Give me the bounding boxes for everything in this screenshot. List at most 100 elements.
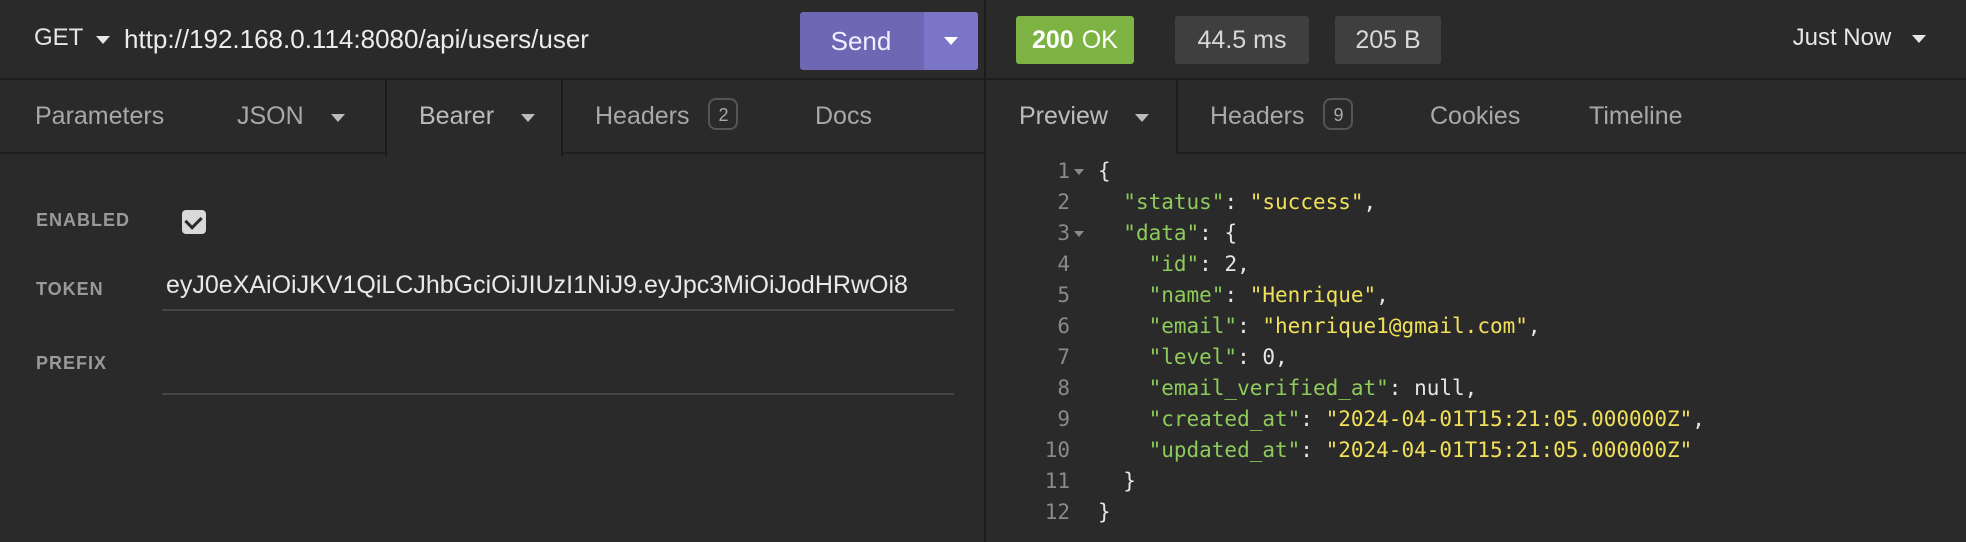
code-text: "level": 0, bbox=[1148, 345, 1288, 369]
code-text: } bbox=[1098, 469, 1136, 493]
code-text: "id": 2, bbox=[1148, 252, 1250, 276]
json-value: null bbox=[1414, 376, 1465, 400]
method-label: GET bbox=[34, 24, 84, 51]
chevron-down-icon bbox=[1912, 35, 1926, 43]
chevron-down-icon bbox=[1134, 114, 1149, 122]
response-size-badge: 205 B bbox=[1335, 16, 1441, 64]
token-input[interactable] bbox=[162, 271, 954, 300]
tab-timeline[interactable]: Timeline bbox=[1589, 80, 1683, 154]
tab-label: Preview bbox=[1019, 102, 1108, 130]
json-key: "updated_at" bbox=[1148, 438, 1301, 462]
response-time-badge: 44.5 ms bbox=[1175, 16, 1309, 64]
json-key: "email_verified_at" bbox=[1148, 376, 1389, 400]
json-key: "id" bbox=[1148, 252, 1200, 276]
code-text: "email_verified_at": null, bbox=[1148, 376, 1478, 400]
json-value: "2024-04-01T15:21:05.000000Z" bbox=[1325, 407, 1693, 431]
prefix-input[interactable] bbox=[162, 355, 954, 384]
code-text: "data": { bbox=[1123, 221, 1238, 245]
chevron-down-icon bbox=[330, 114, 345, 122]
tab-label: Parameters bbox=[35, 102, 165, 130]
headers-count-badge: 2 bbox=[708, 98, 739, 130]
enabled-label: ENABLED bbox=[36, 210, 131, 230]
json-value: "henrique1@gmail.com" bbox=[1262, 314, 1528, 338]
tab-label: Timeline bbox=[1589, 102, 1683, 130]
json-key: "status" bbox=[1123, 190, 1225, 214]
tab-cookies[interactable]: Cookies bbox=[1430, 80, 1520, 154]
tab-response-headers[interactable]: Headers 9 bbox=[1210, 80, 1354, 154]
json-value: { bbox=[1224, 221, 1238, 245]
fold-toggle-icon[interactable] bbox=[1074, 231, 1084, 237]
fold-toggle-icon[interactable] bbox=[1074, 169, 1084, 175]
json-key: "level" bbox=[1148, 345, 1238, 369]
prefix-field[interactable] bbox=[162, 355, 954, 395]
send-options-button[interactable] bbox=[924, 12, 978, 70]
line-number: 3 bbox=[1057, 221, 1070, 245]
tab-auth-bearer[interactable]: Bearer bbox=[385, 80, 563, 156]
line-number: 11 bbox=[1044, 469, 1070, 493]
json-value: "success" bbox=[1249, 190, 1364, 214]
tab-label: Cookies bbox=[1430, 102, 1521, 130]
token-field[interactable] bbox=[162, 271, 954, 311]
json-value: "Henrique" bbox=[1249, 283, 1377, 307]
json-key: "email" bbox=[1148, 314, 1238, 338]
response-body-viewer[interactable]: 1 {2 "status": "success", 3 "data": { 4 "id… bbox=[986, 156, 1966, 542]
history-dropdown[interactable]: Just Now bbox=[1793, 24, 1926, 52]
tab-label: Headers bbox=[595, 102, 690, 130]
line-number: 10 bbox=[1044, 438, 1070, 462]
json-key: "created_at" bbox=[1148, 407, 1301, 431]
tab-headers[interactable]: Headers 2 bbox=[595, 80, 739, 154]
enabled-checkbox[interactable] bbox=[182, 210, 206, 234]
chevron-down-icon bbox=[96, 36, 110, 44]
json-value: 0 bbox=[1262, 345, 1276, 369]
line-number: 4 bbox=[1057, 252, 1070, 276]
request-pane: GET http://192.168.0.114:8080/api/users/… bbox=[0, 0, 984, 542]
line-number: 7 bbox=[1057, 345, 1070, 369]
chevron-down-icon bbox=[944, 37, 958, 45]
chevron-down-icon bbox=[521, 114, 535, 122]
status-code: 200 bbox=[1032, 26, 1074, 54]
json-value: 2 bbox=[1224, 252, 1238, 276]
status-badge: 200 OK bbox=[1016, 16, 1134, 64]
tab-label: JSON bbox=[237, 102, 304, 130]
tab-label: Bearer bbox=[419, 102, 495, 130]
tab-preview-label-wrap: Preview bbox=[1019, 80, 1149, 154]
code-text: "email": "henrique1@gmail.com", bbox=[1148, 314, 1541, 338]
response-pane: 200 OK 44.5 ms 205 B Just Now Preview Hea… bbox=[986, 0, 1966, 542]
line-number: 9 bbox=[1057, 407, 1070, 431]
tab-body-json[interactable]: JSON bbox=[237, 80, 345, 154]
request-tabs: Parameters JSON Bearer Headers 2 Docs bbox=[0, 80, 984, 156]
token-label: TOKEN bbox=[36, 279, 104, 299]
line-number: 5 bbox=[1057, 283, 1070, 307]
code-text: "created_at": "2024-04-01T15:21:05.00000… bbox=[1148, 407, 1705, 431]
tab-preview[interactable]: Preview bbox=[986, 80, 1178, 154]
send-button[interactable]: Send bbox=[800, 12, 922, 70]
status-text: OK bbox=[1081, 26, 1118, 54]
json-key: "data" bbox=[1123, 221, 1200, 245]
code-text: "status": "success", bbox=[1123, 190, 1377, 214]
line-number: 8 bbox=[1057, 376, 1070, 400]
json-value: "2024-04-01T15:21:05.000000Z" bbox=[1325, 438, 1693, 462]
json-key: "name" bbox=[1148, 283, 1225, 307]
method-dropdown[interactable]: GET bbox=[34, 24, 110, 52]
tab-parameters[interactable]: Parameters bbox=[35, 80, 164, 154]
line-number: 6 bbox=[1057, 314, 1070, 338]
line-number: 2 bbox=[1057, 190, 1070, 214]
code-text: } bbox=[1098, 500, 1111, 524]
url-bar: GET http://192.168.0.114:8080/api/users/… bbox=[0, 0, 984, 80]
history-label: Just Now bbox=[1792, 24, 1892, 51]
tab-label: Docs bbox=[815, 102, 872, 130]
code-text: "name": "Henrique", bbox=[1148, 283, 1389, 307]
checkmark-icon bbox=[184, 211, 203, 230]
response-headers-count-badge: 9 bbox=[1323, 98, 1354, 130]
prefix-label: PREFIX bbox=[36, 353, 108, 373]
line-number: 1 bbox=[1057, 159, 1070, 183]
url-input[interactable]: http://192.168.0.114:8080/api/users/user bbox=[124, 24, 589, 55]
response-status-bar: 200 OK 44.5 ms 205 B Just Now bbox=[986, 0, 1966, 80]
code-text: "updated_at": "2024-04-01T15:21:05.00000… bbox=[1148, 438, 1693, 462]
tab-label: Headers bbox=[1210, 102, 1305, 130]
response-tabs: Preview Headers 9 Cookies Timeline bbox=[986, 80, 1966, 154]
code-text: { bbox=[1098, 159, 1111, 183]
send-button-group: Send bbox=[800, 12, 978, 70]
tab-docs[interactable]: Docs bbox=[815, 80, 872, 154]
line-number: 12 bbox=[1044, 500, 1070, 524]
